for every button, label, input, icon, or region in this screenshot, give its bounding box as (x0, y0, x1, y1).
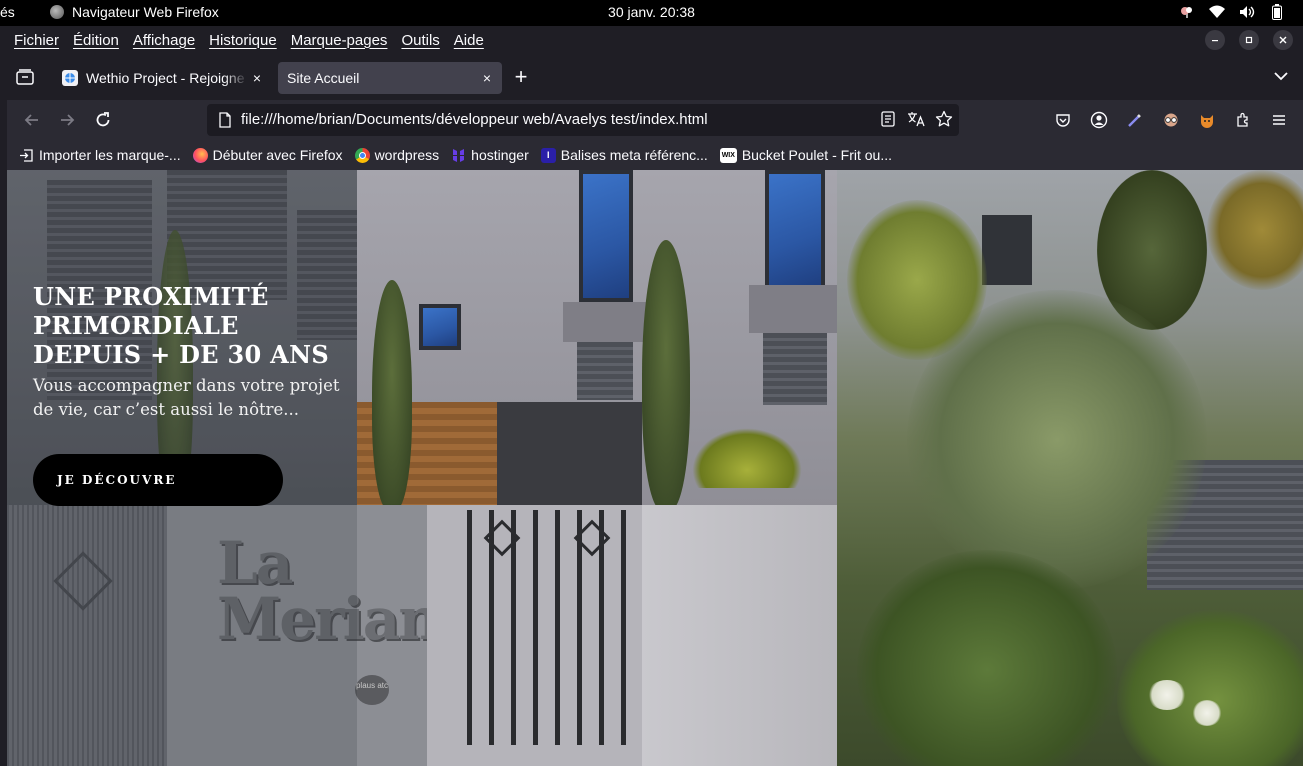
bookmark-star-icon[interactable] (935, 110, 953, 128)
navigation-toolbar: file:///home/brian/Documents/développeur… (7, 100, 1303, 140)
chevron-down-icon[interactable] (1273, 68, 1291, 86)
bookmark-bucket-poulet[interactable]: WIX Bucket Poulet - Frit ou... (719, 147, 892, 163)
blue-window (765, 170, 825, 290)
discover-button[interactable]: JE DÉCOUVRE (33, 454, 283, 506)
import-icon (19, 148, 34, 163)
hamburger-menu-icon[interactable] (1269, 109, 1289, 131)
address-plaque: plaus atc (355, 675, 389, 705)
close-tab-icon[interactable]: × (248, 69, 266, 87)
menu-aide[interactable]: Aide (454, 32, 484, 49)
bookmark-label: Balises meta référenc... (560, 147, 708, 163)
address-bar[interactable]: file:///home/brian/Documents/développeur… (207, 104, 959, 136)
globe-icon (62, 70, 78, 86)
bookmark-label: Importer les marque-... (39, 147, 181, 163)
account-icon[interactable] (1089, 109, 1109, 131)
glasses-extension-icon[interactable] (1161, 109, 1181, 131)
minimize-button[interactable] (1205, 30, 1225, 50)
tab-title: Wethio Project - Rejoigne (86, 70, 245, 86)
page-content: La Meriane plaus atc UNE PROXIMITÉ PRIMO… (7, 170, 1303, 766)
system-tray[interactable] (1179, 4, 1285, 20)
clock-text[interactable]: 30 janv. 20:38 (608, 4, 695, 20)
menu-historique[interactable]: Historique (209, 32, 277, 49)
firefox-view-icon[interactable] (14, 66, 36, 88)
menu-edition[interactable]: Édition (73, 32, 119, 49)
new-tab-button[interactable]: + (510, 66, 532, 89)
firefox-mini-icon (50, 5, 64, 19)
palm-plant (692, 428, 802, 488)
reader-view-icon[interactable] (879, 110, 897, 128)
notification-icon[interactable] (1179, 4, 1195, 20)
bookmarks-toolbar: Importer les marque-... Débuter avec Fir… (7, 140, 1303, 170)
bookmark-firefox[interactable]: Débuter avec Firefox (192, 147, 343, 163)
shutter-window (763, 333, 827, 405)
page-icon: I (540, 147, 556, 163)
menu-affichage[interactable]: Affichage (133, 32, 195, 49)
system-top-bar: és Navigateur Web Firefox 30 janv. 20:38 (0, 0, 1303, 26)
page-file-icon[interactable] (217, 112, 233, 128)
hero-subtitle: Vous accompagner dans votre projet de vi… (33, 376, 340, 419)
bookmark-balises-meta[interactable]: I Balises meta référenc... (540, 147, 708, 163)
window-sill (749, 285, 839, 333)
urlbar-actions (879, 110, 953, 128)
app-name: Navigateur Web Firefox (72, 4, 219, 20)
bookmark-label: Bucket Poulet - Frit ou... (741, 147, 892, 163)
close-window-button[interactable] (1273, 30, 1293, 50)
shutter-window (982, 215, 1032, 285)
eyedropper-extension-icon[interactable] (1125, 109, 1145, 131)
bookmark-import[interactable]: Importer les marque-... (19, 147, 181, 163)
volume-icon[interactable] (1239, 4, 1255, 20)
tab-title: Site Accueil (287, 70, 360, 86)
menu-fichier[interactable]: Fichier (14, 32, 59, 49)
url-text[interactable]: file:///home/brian/Documents/développeur… (241, 111, 708, 128)
menu-outils[interactable]: Outils (401, 32, 439, 49)
app-menu[interactable]: Navigateur Web Firefox (50, 4, 219, 20)
menu-bar: Fichier Édition Affichage Historique Mar… (0, 26, 1303, 54)
fox-extension-icon[interactable] (1197, 109, 1217, 131)
tab-site-accueil[interactable]: Site Accueil × (278, 62, 502, 94)
close-tab-icon[interactable]: × (478, 69, 496, 87)
cypress-tree (642, 240, 690, 510)
reload-icon[interactable] (92, 109, 114, 131)
bookmark-label: wordpress (374, 147, 440, 163)
extensions-puzzle-icon[interactable] (1233, 109, 1253, 131)
back-arrow-icon[interactable] (21, 109, 43, 131)
cypress-tree (372, 280, 412, 510)
entrance-canopy (497, 402, 642, 510)
window-controls (1205, 30, 1293, 50)
bookmark-hostinger[interactable]: hostinger (451, 147, 529, 163)
blue-window (579, 170, 633, 302)
hero-section: UNE PROXIMITÉ PRIMORDIALE DEPUIS + DE 30… (33, 282, 353, 422)
olive-tree (907, 290, 1207, 590)
hero-title: UNE PROXIMITÉ PRIMORDIALE DEPUIS + DE 30… (33, 282, 329, 369)
bookmark-label: hostinger (471, 147, 529, 163)
gate-pillar (642, 505, 837, 766)
translate-icon[interactable] (907, 110, 925, 128)
tab-bar: Wethio Project - Rejoigne × Site Accueil… (0, 54, 1303, 100)
shutter-window (577, 342, 633, 400)
firefox-window: Fichier Édition Affichage Historique Mar… (0, 26, 1303, 766)
pocket-icon[interactable] (1053, 109, 1073, 131)
window-sill (563, 302, 653, 342)
hostinger-icon (451, 148, 466, 163)
firefox-icon (192, 147, 208, 163)
chrome-icon (354, 147, 370, 163)
toolbar-icons (1053, 109, 1289, 131)
forward-arrow-icon[interactable] (56, 109, 78, 131)
bookmark-wordpress[interactable]: wordpress (354, 147, 440, 163)
activities-button[interactable]: és (0, 4, 15, 20)
wifi-icon[interactable] (1209, 4, 1225, 20)
battery-icon[interactable] (1269, 4, 1285, 20)
wix-icon: WIX (719, 147, 737, 163)
hydrangea (1192, 700, 1222, 726)
blue-window (419, 304, 461, 350)
menu-marque-pages[interactable]: Marque-pages (291, 32, 388, 49)
bookmark-label: Débuter avec Firefox (212, 147, 343, 163)
tab-wethio[interactable]: Wethio Project - Rejoigne × (54, 62, 272, 94)
restore-button[interactable] (1239, 30, 1259, 50)
hydrangea (1147, 680, 1187, 710)
